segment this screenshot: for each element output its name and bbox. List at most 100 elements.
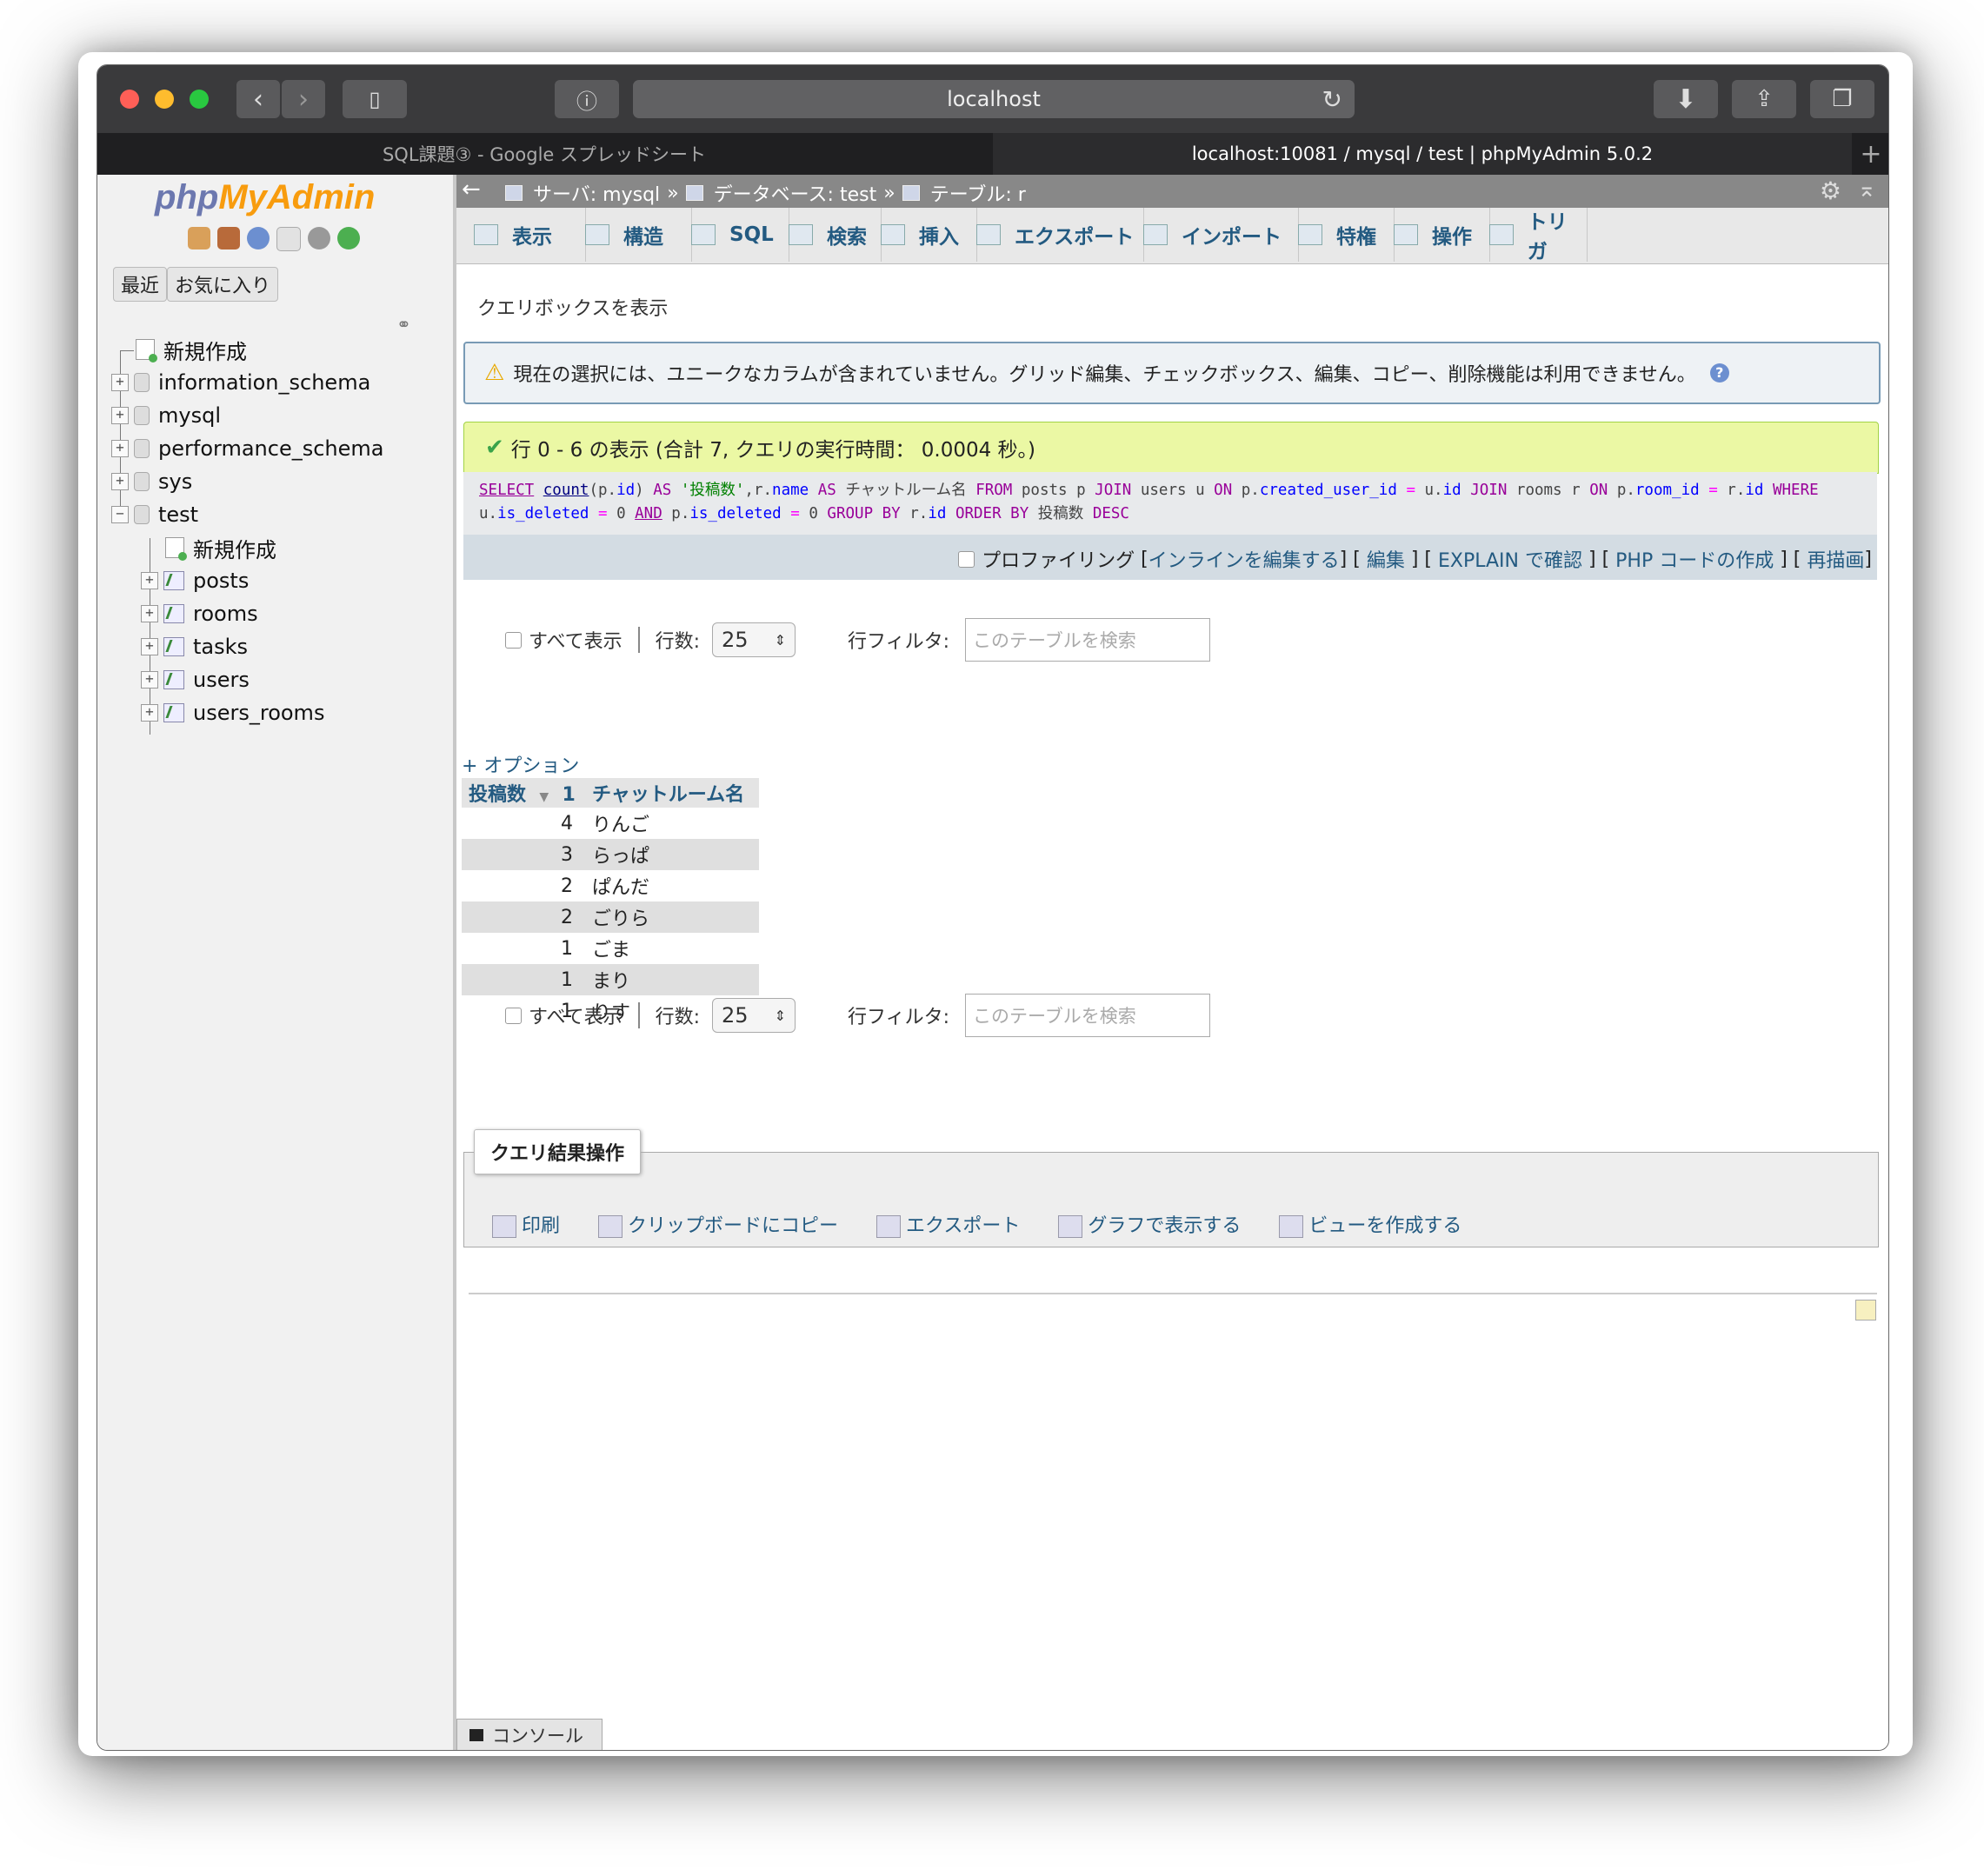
show-all-checkbox[interactable]	[505, 631, 522, 649]
select-arrows-icon: ⇕	[774, 631, 787, 649]
export-link[interactable]: エクスポート	[876, 1210, 1020, 1238]
table-row: 1 ごま	[561, 937, 631, 962]
minimize-window-button[interactable]	[155, 90, 174, 109]
back-icon[interactable]: ‹	[236, 80, 280, 118]
create-view-link[interactable]: ビューを作成する	[1279, 1210, 1461, 1238]
column-header-room-name[interactable]: チャットルーム名	[585, 778, 759, 808]
options-link[interactable]: + オプション	[462, 750, 579, 778]
browser-window: ‹ › ▯ ⓘ localhost ↻ ⬇ ⇪ ❐ SQL課題③ - Googl…	[97, 64, 1889, 1751]
expand-icon[interactable]: +	[141, 704, 158, 722]
table-icon	[902, 185, 920, 201]
refresh-link[interactable]: 再描画	[1807, 545, 1864, 573]
inline-edit-link[interactable]: インラインを編集する	[1148, 545, 1340, 573]
edit-link[interactable]: 編集	[1367, 545, 1405, 573]
breadcrumb-separator: »	[667, 182, 679, 204]
new-icon	[136, 339, 157, 363]
address-bar[interactable]: localhost ↻	[633, 80, 1355, 118]
sidebar-toggle-icon[interactable]: ▯	[343, 80, 407, 118]
row-filter-input[interactable]: このテーブルを検索	[965, 994, 1210, 1037]
tree-db-test[interactable]: − test	[111, 500, 198, 529]
zoom-window-button[interactable]	[190, 90, 209, 109]
show-all-label: すべて表示	[529, 1007, 622, 1028]
table-row: 3 らっぱ	[462, 839, 759, 870]
expand-icon[interactable]: +	[141, 671, 158, 689]
export-icon	[976, 224, 1001, 245]
php-code-link[interactable]: PHP コードの作成	[1615, 545, 1774, 573]
breadcrumb-table[interactable]: テーブル: r	[930, 179, 1026, 207]
collapse-top-icon[interactable]: ⌅	[1857, 176, 1876, 203]
display-chart-link[interactable]: グラフで表示する	[1058, 1210, 1241, 1238]
query-operations-box: 印刷 クリップボードにコピー エクスポート グラフで表示する ビューを作成する	[463, 1152, 1879, 1247]
forward-icon[interactable]: ›	[282, 80, 325, 118]
print-link[interactable]: 印刷	[492, 1210, 560, 1238]
row-filter-label: 行フィルタ:	[848, 631, 949, 653]
tab-triggers[interactable]: トリガ	[1472, 208, 1588, 263]
help-icon[interactable]	[247, 227, 270, 249]
profiling-checkbox[interactable]	[958, 550, 975, 568]
expand-icon[interactable]: +	[141, 638, 158, 655]
back-arrow-icon[interactable]: ←	[462, 176, 481, 203]
breadcrumb-database[interactable]: データベース: test	[714, 179, 877, 207]
phpmyadmin-logo[interactable]: phpMyAdmin	[155, 178, 375, 217]
logout-icon[interactable]	[217, 227, 240, 249]
download-icon[interactable]: ⬇	[1654, 80, 1718, 118]
row-filter-input[interactable]: このテーブルを検索	[965, 618, 1210, 662]
tree-table-users[interactable]: + users	[141, 665, 250, 695]
column-header-count[interactable]: 投稿数 ▼ 1	[462, 778, 585, 808]
expand-icon[interactable]: +	[111, 374, 129, 391]
bar-chart-icon	[1058, 1215, 1083, 1238]
favorites-button[interactable]: お気に入り	[167, 267, 279, 302]
database-icon	[685, 185, 703, 201]
result-table: 投稿数 ▼ 1 チャットルーム名 4 りんご 3 らっぱ 2 ぱんだ 2 ごりら 1 ごま…	[462, 778, 759, 1027]
tree-db-information-schema[interactable]: + information_schema	[111, 368, 370, 397]
password-icon[interactable]: ⓘ	[555, 80, 619, 118]
tree-db-mysql[interactable]: + mysql	[111, 401, 221, 430]
expand-icon[interactable]: +	[111, 473, 129, 490]
export-icon	[876, 1215, 902, 1238]
top-menu: 表示 構造 SQL 検索 挿入 エクスポート インポート 特権 操作 トリガ	[456, 208, 1888, 264]
expand-icon[interactable]: +	[141, 605, 158, 622]
rows-select[interactable]: 25 ⇕	[712, 622, 796, 657]
rows-select[interactable]: 25 ⇕	[712, 998, 796, 1033]
tab-export[interactable]: エクスポート	[959, 208, 1144, 262]
tree-new-database[interactable]: 新規作成	[136, 335, 247, 364]
tree-table-posts[interactable]: + posts	[141, 566, 249, 595]
show-query-box-link[interactable]: クエリボックスを表示	[477, 293, 668, 321]
breadcrumb-server[interactable]: サーバ: mysql	[533, 179, 660, 207]
tree-table-users-rooms[interactable]: + users_rooms	[141, 698, 324, 728]
reload-icon[interactable]: ↻	[1322, 85, 1342, 114]
tab-import[interactable]: インポート	[1126, 208, 1299, 262]
collapse-icon[interactable]: −	[111, 506, 129, 523]
share-icon[interactable]: ⇪	[1732, 80, 1796, 118]
reload-nav-icon[interactable]	[337, 227, 360, 249]
show-all-checkbox[interactable]	[505, 1007, 522, 1024]
bookmark-note-icon[interactable]	[1855, 1300, 1876, 1321]
tree-test-new-table[interactable]: 新規作成	[165, 533, 276, 562]
table-row: 2 ぱんだ	[561, 875, 650, 900]
tab-spreadsheet[interactable]: SQL課題③ - Google スプレッドシート	[97, 133, 991, 175]
home-icon[interactable]	[188, 227, 210, 249]
tree-table-tasks[interactable]: + tasks	[141, 632, 248, 662]
expand-icon[interactable]: +	[111, 440, 129, 457]
tab-browse[interactable]: 表示	[456, 208, 586, 262]
explain-link[interactable]: EXPLAIN で確認	[1438, 545, 1582, 573]
expand-icon[interactable]: +	[141, 572, 158, 589]
tab-phpmyadmin[interactable]: localhost:10081 / mysql / test | phpMyAd…	[993, 133, 1852, 175]
copy-clipboard-link[interactable]: クリップボードにコピー	[598, 1210, 838, 1238]
console-toggle[interactable]: コンソール	[456, 1719, 603, 1750]
tabs-overview-icon[interactable]: ❐	[1810, 80, 1874, 118]
gear-icon[interactable]: ⚙	[1820, 176, 1841, 205]
tree-db-sys[interactable]: + sys	[111, 467, 192, 496]
close-window-button[interactable]	[120, 90, 139, 109]
tree-table-rooms[interactable]: + rooms	[141, 599, 258, 629]
tree-db-performance-schema[interactable]: + performance_schema	[111, 434, 383, 463]
recent-button[interactable]: 最近	[113, 267, 168, 302]
expand-icon[interactable]: +	[111, 407, 129, 424]
settings-icon[interactable]	[308, 227, 330, 249]
link-icon[interactable]: ⚭	[396, 314, 411, 335]
help-icon[interactable]: ?	[1709, 363, 1729, 383]
breadcrumb-separator: »	[883, 182, 895, 204]
docs-icon[interactable]	[276, 227, 301, 251]
new-tab-button[interactable]: +	[1854, 133, 1888, 175]
navigation-sidebar: phpMyAdmin 最近 お気に入り ⚭ 新規作成 + information…	[97, 175, 456, 1750]
